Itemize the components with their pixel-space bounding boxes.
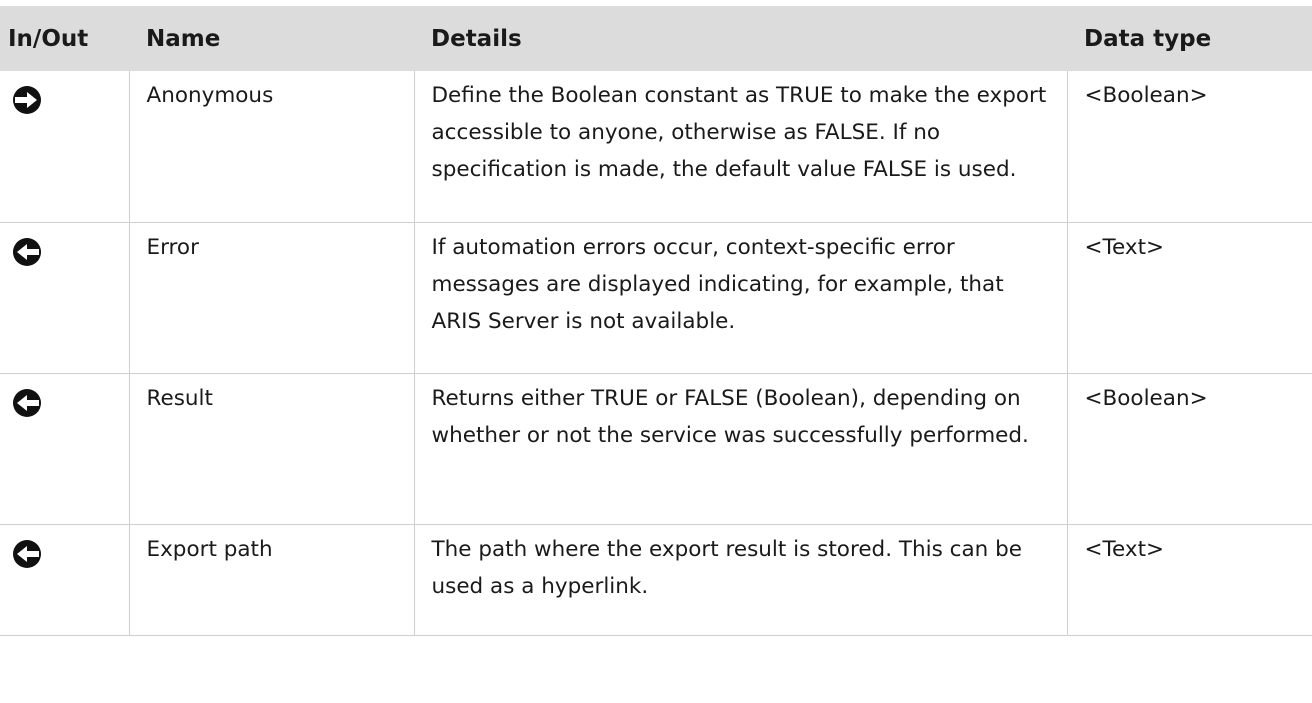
page: In/Out Name Details Data type Anonymous … [0, 0, 1312, 703]
table-row: Export path The path where the export re… [0, 524, 1312, 636]
parameter-table: In/Out Name Details Data type Anonymous … [0, 6, 1312, 636]
direction-cell [0, 222, 130, 374]
output-arrow-icon [13, 539, 41, 568]
param-datatype: <Text> [1067, 222, 1312, 374]
param-name: Error [129, 222, 415, 374]
param-details: The path where the export result is stor… [414, 524, 1068, 636]
direction-cell [0, 373, 130, 525]
direction-cell [0, 71, 130, 223]
header-datatype: Data type [1084, 25, 1212, 52]
param-details: Define the Boolean constant as TRUE to m… [414, 71, 1068, 223]
param-datatype: <Boolean> [1067, 71, 1312, 223]
table-header: In/Out Name Details Data type [0, 6, 1312, 71]
param-datatype: <Boolean> [1067, 373, 1312, 525]
param-details: If automation errors occur, context-spec… [414, 222, 1068, 374]
param-datatype: <Text> [1067, 524, 1312, 636]
table-body: Anonymous Define the Boolean constant as… [0, 71, 1312, 636]
param-name: Anonymous [129, 71, 415, 223]
table-row: Result Returns either TRUE or FALSE (Boo… [0, 373, 1312, 525]
param-name: Export path [129, 524, 415, 636]
table-row: Anonymous Define the Boolean constant as… [0, 71, 1312, 223]
input-arrow-icon [13, 86, 41, 114]
header-inout: In/Out [8, 25, 89, 52]
direction-cell [0, 524, 130, 636]
output-arrow-icon [13, 237, 41, 266]
output-arrow-icon [13, 388, 41, 417]
param-details: Returns either TRUE or FALSE (Boolean), … [414, 373, 1068, 525]
header-name: Name [146, 25, 221, 52]
param-name: Result [129, 373, 415, 525]
header-details: Details [431, 25, 522, 52]
header-row: In/Out Name Details Data type [0, 6, 1312, 71]
table-row: Error If automation errors occur, contex… [0, 222, 1312, 374]
